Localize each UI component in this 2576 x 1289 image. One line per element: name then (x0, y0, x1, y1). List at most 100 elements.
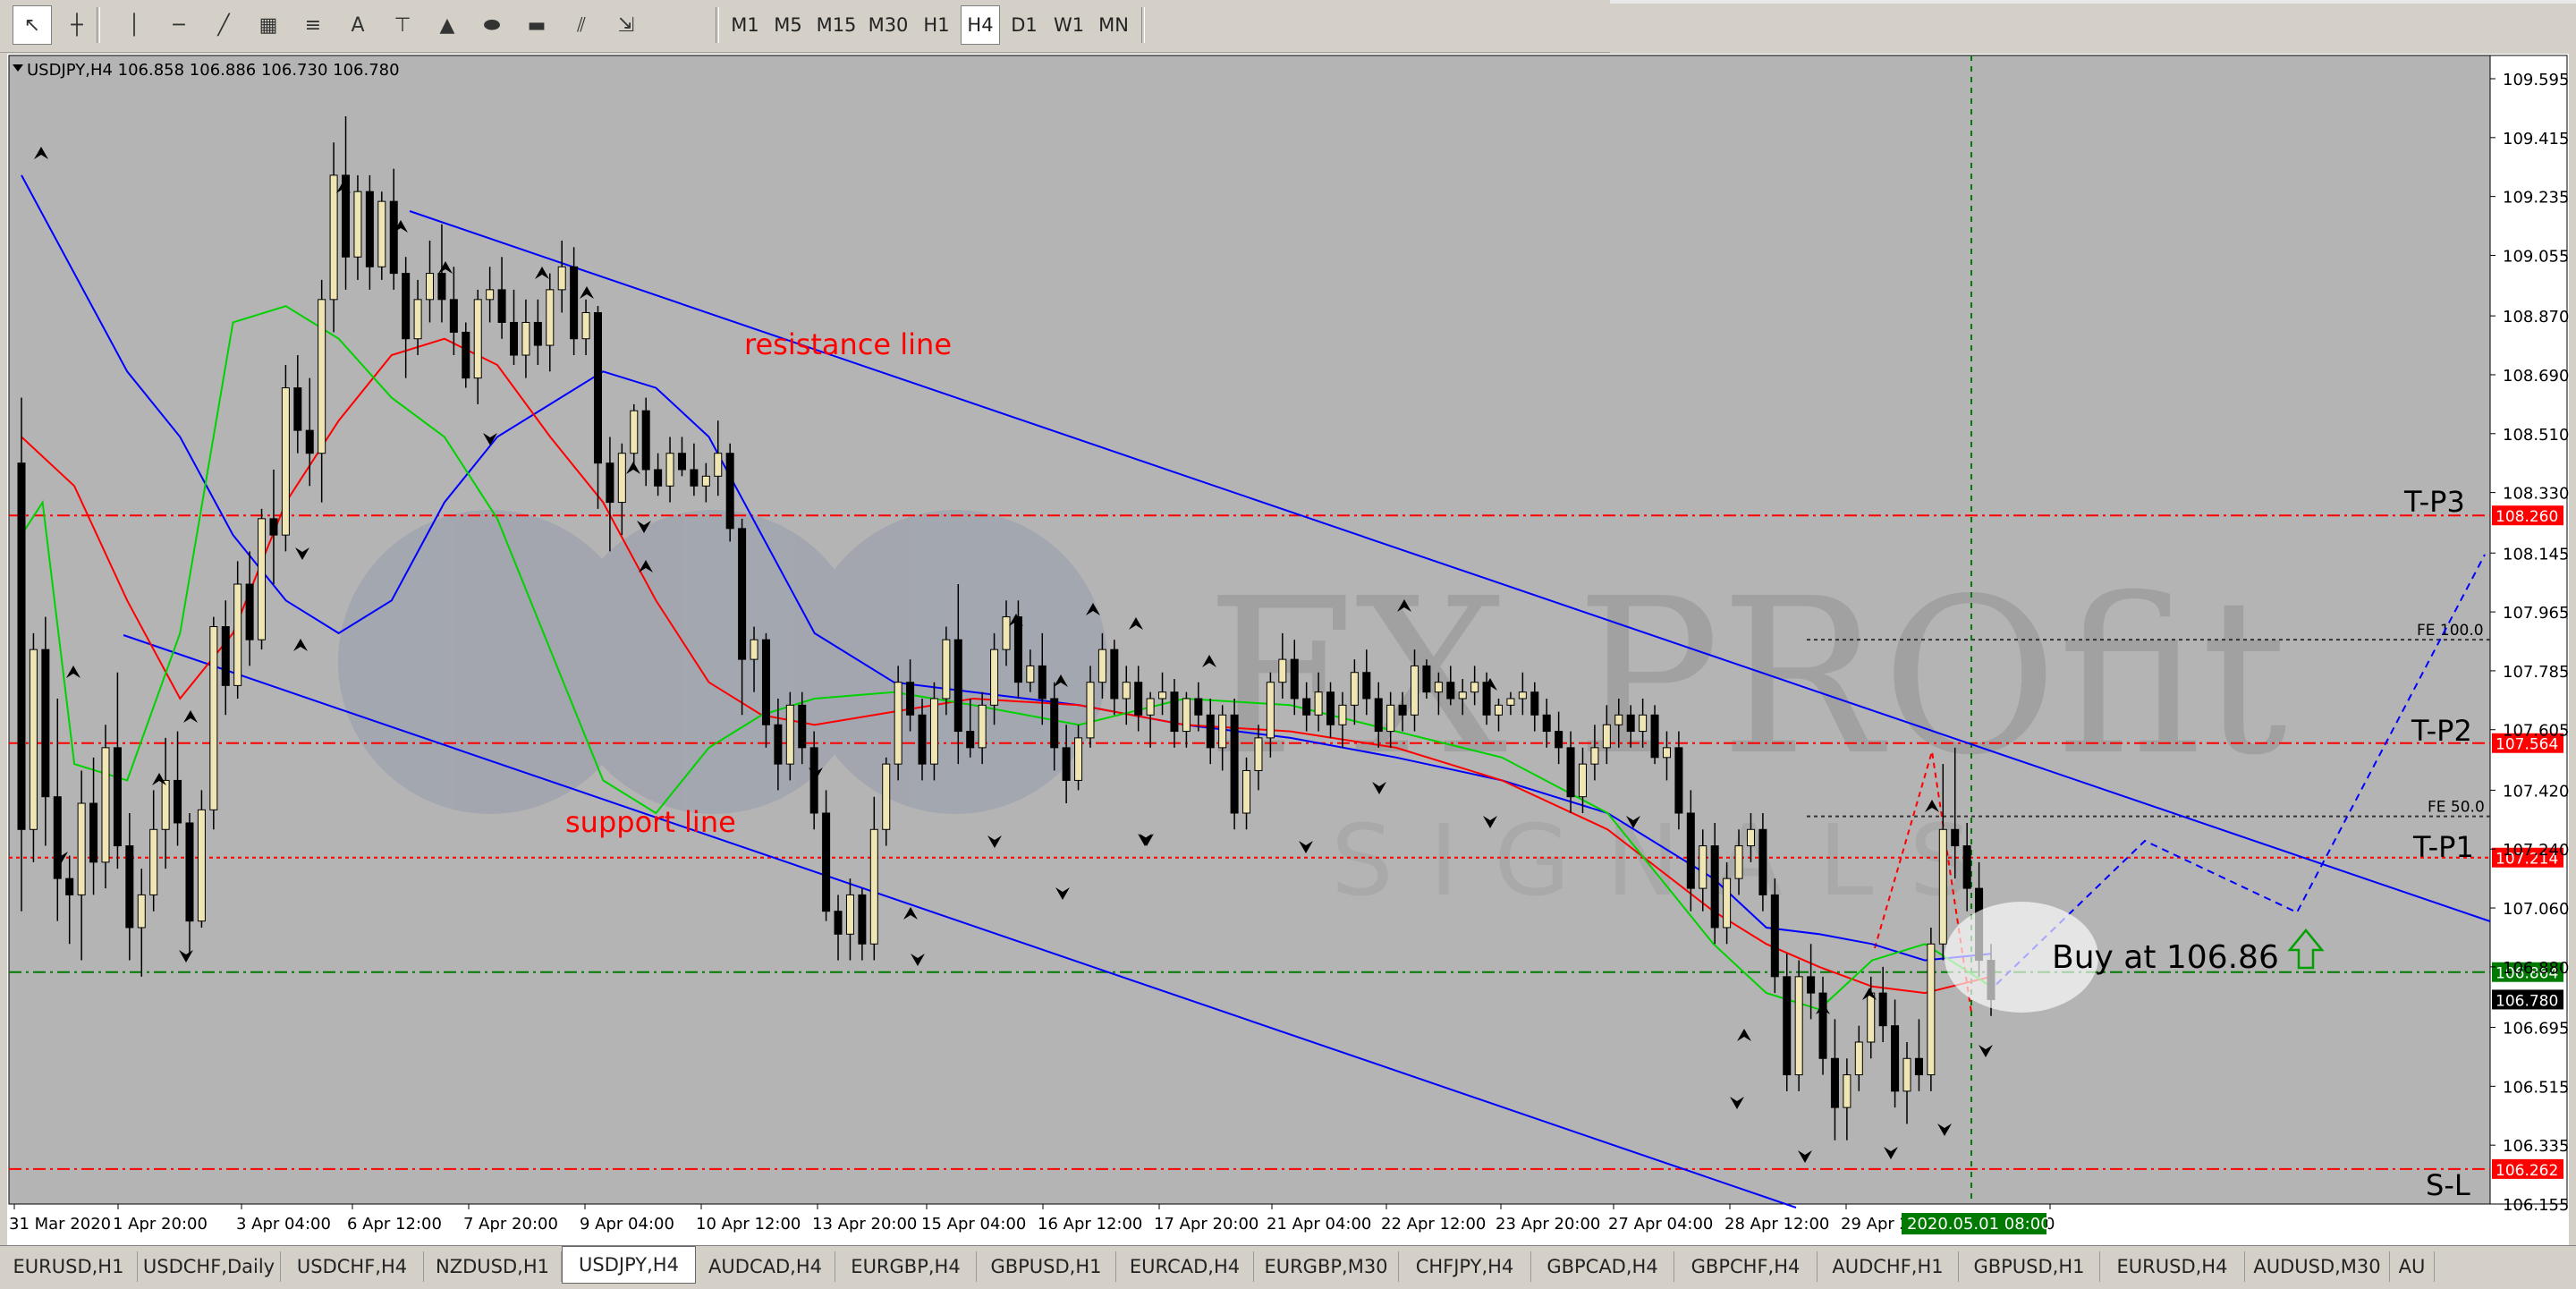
timeframe-h1[interactable]: H1 (916, 5, 957, 45)
x-tick-label: 10 Apr 12:00 (696, 1215, 801, 1234)
text-label-tool[interactable]: ⊤ (383, 5, 422, 45)
chart-tab-eurcad-h4[interactable]: EURCAD,H4 (1116, 1251, 1254, 1282)
candle[interactable] (462, 322, 470, 388)
x-tick-label: 21 Apr 04:00 (1267, 1215, 1371, 1234)
candle[interactable] (1927, 927, 1936, 1091)
candle[interactable] (281, 364, 290, 552)
chart-tab-audchf-h1[interactable]: AUDCHF,H1 (1818, 1251, 1959, 1282)
chart-svg[interactable]: FX PROfitSIGNALS108.260107.564107.214106… (7, 54, 2569, 1245)
crosshair-tool[interactable]: ┼ (57, 5, 97, 45)
candle-body (426, 273, 435, 301)
candle[interactable] (725, 443, 734, 542)
candle[interactable] (1794, 960, 1803, 1091)
chart-tab-eurusd-h4[interactable]: EURUSD,H4 (2100, 1251, 2245, 1282)
cursor-tool[interactable]: ↖ (13, 5, 52, 45)
chart-tab-eurgbp-m30[interactable]: EURGBP,M30 (1254, 1251, 1399, 1282)
y-tick-label: 107.785 (2503, 663, 2569, 682)
chart-tab-eurusd-h1[interactable]: EURUSD,H1 (0, 1251, 138, 1282)
candle-body (725, 453, 734, 530)
timeframe-d1[interactable]: D1 (1004, 5, 1045, 45)
chart-tab-usdchf-h4[interactable]: USDCHF,H4 (281, 1251, 424, 1282)
triangle-tool[interactable]: ▲ (428, 5, 467, 45)
candle-body (486, 289, 495, 301)
channel-tool[interactable]: ⫽ (562, 5, 601, 45)
candle-body (894, 682, 902, 765)
x-tick-label: 1 Apr 20:00 (113, 1215, 208, 1234)
chart-tab-nzdusd-h1[interactable]: NZDUSD,H1 (424, 1251, 562, 1282)
candle-body (593, 311, 602, 464)
timeframe-h4[interactable]: H4 (961, 5, 1000, 45)
y-tick-label: 109.235 (2503, 189, 2569, 208)
candle-body (1218, 714, 1227, 749)
chart-tab-usdjpy-h4[interactable]: USDJPY,H4 (562, 1246, 696, 1284)
x-tick-label: 7 Apr 20:00 (463, 1215, 558, 1234)
chart-tab-eurgbp-h4[interactable]: EURGBP,H4 (835, 1251, 977, 1282)
timeframe-m30[interactable]: M30 (864, 5, 912, 45)
chart-tab-chfjpy-h4[interactable]: CHFJPY,H4 (1399, 1251, 1531, 1282)
timeframe-mn[interactable]: MN (1093, 5, 1134, 45)
chart-tab-usdchf-daily[interactable]: USDCHF,Daily (138, 1251, 281, 1282)
candle[interactable] (197, 790, 206, 928)
x-tick-label: 15 Apr 04:00 (921, 1215, 1026, 1234)
price-chart[interactable]: FX PROfit SIGNALS 108.260 107.564 107.214 106… (7, 54, 2569, 1245)
candle[interactable] (894, 666, 902, 781)
gann-tool[interactable]: ▦ (249, 5, 288, 45)
chart-tab-gbpusd-h1[interactable]: GBPUSD,H1 (1959, 1251, 2100, 1282)
candle-body (318, 299, 326, 454)
arrows-tool[interactable]: ⇲ (606, 5, 646, 45)
ellipse-tool[interactable]: ⬬ (472, 5, 512, 45)
price-tag-current: 106.780 (2496, 992, 2558, 1010)
chart-tab-gbpusd-h1[interactable]: GBPUSD,H1 (977, 1251, 1116, 1282)
timeframe-m1[interactable]: M1 (726, 5, 764, 45)
chart-tab-audusd-m30[interactable]: AUDUSD,M30 (2245, 1251, 2390, 1282)
candle-body (557, 266, 566, 291)
text-tool[interactable]: A (338, 5, 377, 45)
y-tick-label: 108.145 (2503, 545, 2569, 564)
candle[interactable] (377, 191, 386, 280)
candle-body (809, 747, 818, 814)
candle-body (174, 779, 182, 824)
candle[interactable] (258, 508, 267, 650)
candle-body (798, 704, 807, 749)
vertical-line-tool[interactable]: │ (114, 5, 154, 45)
candle-body (1578, 763, 1587, 798)
crosshair-time-label: 2020.05.01 08:00 (1907, 1215, 2051, 1234)
chart-tab-au[interactable]: AU (2390, 1251, 2435, 1282)
horizontal-line-tool[interactable]: ─ (159, 5, 199, 45)
chart-tab-gbpcad-h4[interactable]: GBPCAD,H4 (1531, 1251, 1674, 1282)
fib-label-0: FE 100.0 (2417, 622, 2484, 640)
candle-body (1182, 698, 1191, 733)
candle[interactable] (209, 616, 218, 830)
candle-body (641, 410, 650, 471)
candle-body (353, 191, 362, 258)
timeframe-w1[interactable]: W1 (1048, 5, 1089, 45)
candle-body (41, 649, 50, 798)
watermark-subtext: SIGNALS (1331, 803, 2007, 918)
candle-body (1230, 714, 1239, 814)
timeframe-m15[interactable]: M15 (812, 5, 860, 45)
candle-body (690, 469, 699, 487)
tp3-label: T-P3 (2403, 485, 2465, 519)
candle[interactable] (29, 632, 38, 862)
candle[interactable] (1230, 698, 1239, 830)
candle-body (942, 639, 951, 700)
chart-info-header: USDJPY,H4 106.858 106.886 106.730 106.78… (27, 61, 400, 80)
candle[interactable] (1770, 878, 1779, 994)
candle-body (1374, 698, 1383, 733)
fibonacci-tool[interactable]: ≡ (293, 5, 333, 45)
trendline-tool[interactable]: ╱ (204, 5, 243, 45)
arrows-icon: ⇲ (617, 13, 635, 37)
chart-tab-audcad-h4[interactable]: AUDCAD,H4 (696, 1251, 835, 1282)
chart-tabs-bar: EURUSD,H1 USDCHF,Daily USDCHF,H4 NZDUSD,H1 U… (0, 1245, 2576, 1289)
candle-body (1734, 845, 1743, 879)
toolbar-separator (1141, 7, 1145, 43)
candle-body (1639, 714, 1648, 733)
candle-body (1830, 1057, 1839, 1108)
timeframe-m5[interactable]: M5 (767, 5, 809, 45)
chart-tab-gbpchf-h4[interactable]: GBPCHF,H4 (1674, 1251, 1818, 1282)
candle-body (654, 469, 663, 487)
rectangle-icon: ▬ (527, 13, 547, 37)
candle-body (77, 802, 86, 895)
candle-body (929, 698, 938, 765)
rectangle-tool[interactable]: ▬ (517, 5, 556, 45)
